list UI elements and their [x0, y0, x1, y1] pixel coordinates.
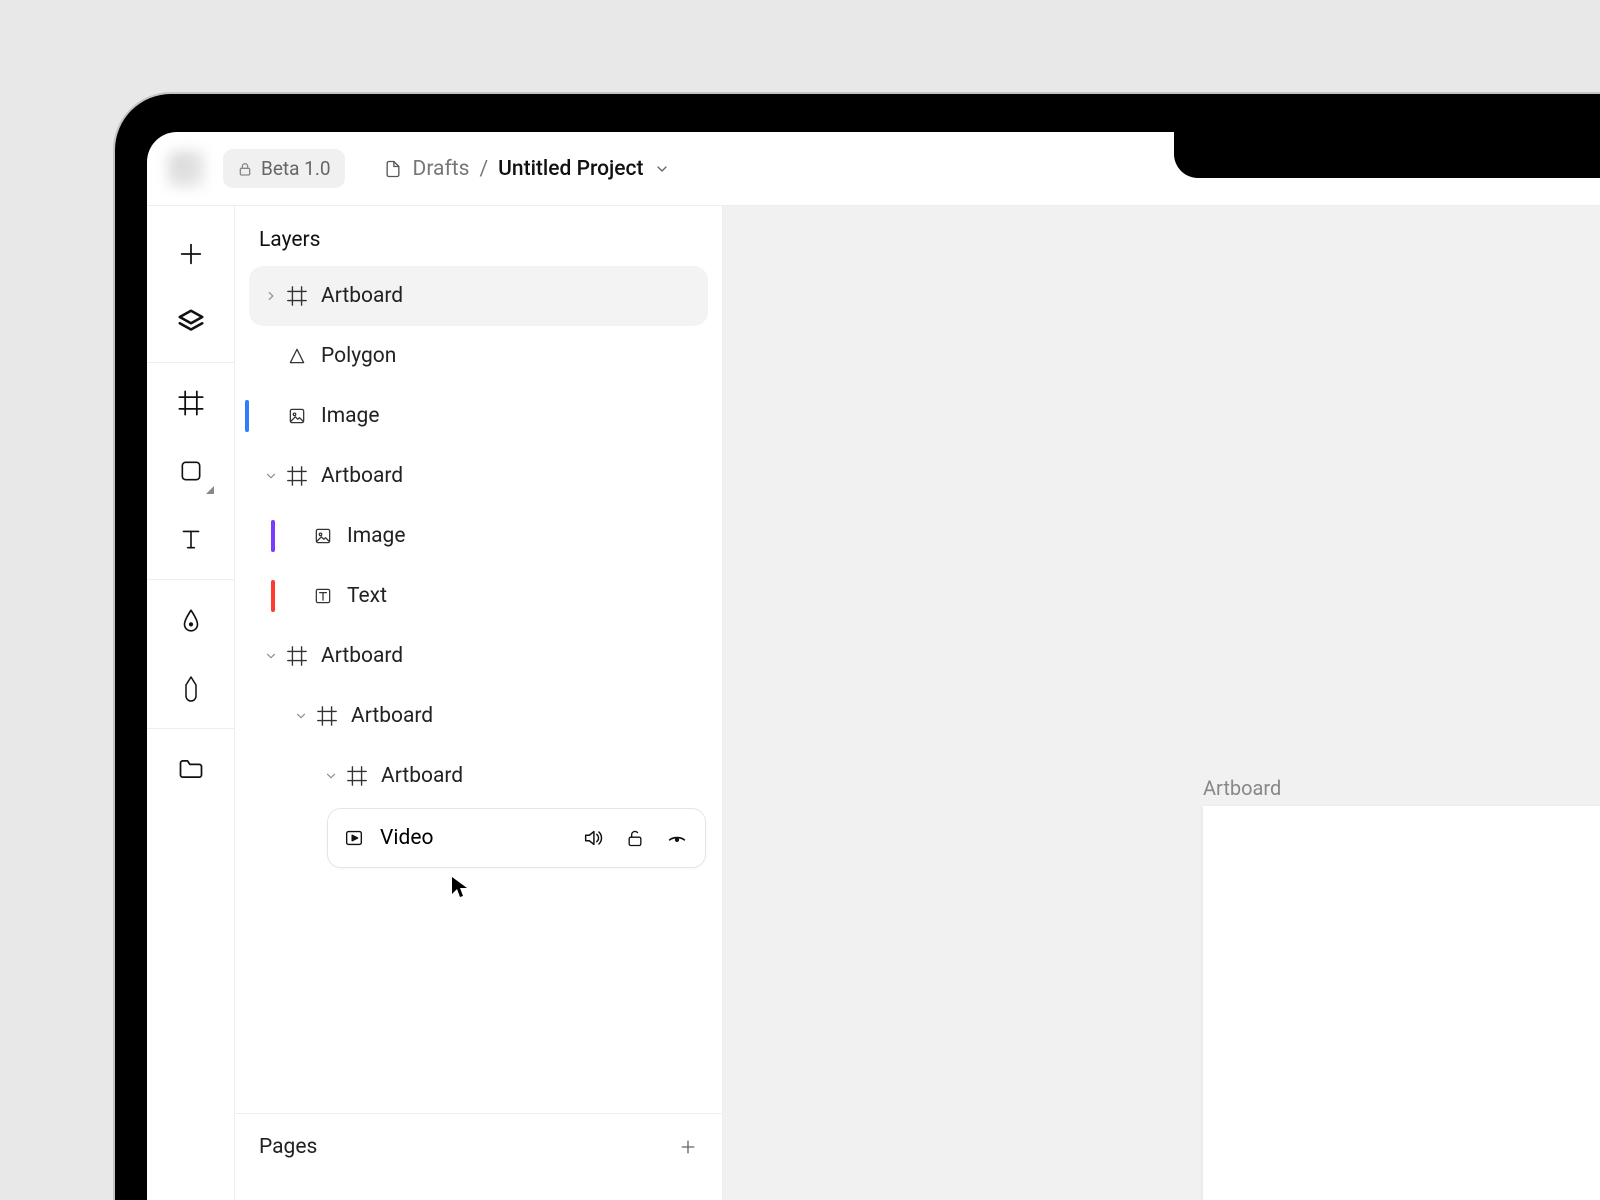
lock-icon: [237, 161, 253, 177]
layer-label: Artboard: [321, 464, 403, 488]
layers-tool[interactable]: [162, 293, 220, 351]
chevron-down-icon[interactable]: [323, 769, 339, 783]
beta-label: Beta 1.0: [261, 157, 331, 180]
layer-label: Artboard: [321, 284, 403, 308]
breadcrumb-project[interactable]: Untitled Project: [498, 157, 643, 181]
page-row[interactable]: Page 1: [259, 1180, 698, 1200]
layer-label: Artboard: [351, 704, 433, 728]
pages-section: Pages Page 1: [235, 1113, 722, 1200]
canvas-artboard[interactable]: [1203, 806, 1600, 1200]
breadcrumb-folder[interactable]: Drafts: [413, 157, 470, 181]
accent-bar: [245, 400, 249, 432]
chevron-right-icon[interactable]: [263, 289, 279, 303]
artboard-icon: [345, 764, 369, 788]
layers-panel-title: Layers: [235, 206, 722, 266]
layer-label: Image: [321, 404, 379, 428]
canvas-artboard-label[interactable]: Artboard: [1203, 776, 1281, 800]
audio-icon[interactable]: [579, 824, 607, 852]
image-icon: [311, 524, 335, 548]
layer-label: Artboard: [321, 644, 403, 668]
toolbar-divider: [147, 362, 235, 363]
breadcrumb-separator: /: [479, 157, 488, 181]
cursor-icon: [451, 876, 469, 898]
layer-row-video[interactable]: Video: [327, 808, 706, 868]
canvas[interactable]: Artboard: [723, 206, 1600, 1200]
beta-badge: Beta 1.0: [223, 149, 345, 188]
rectangle-tool[interactable]: [162, 442, 220, 500]
image-icon: [285, 404, 309, 428]
chevron-down-icon[interactable]: [654, 161, 670, 177]
folder-tool[interactable]: [162, 740, 220, 798]
add-tool[interactable]: [162, 225, 220, 283]
layer-row-image[interactable]: Image: [249, 506, 708, 566]
layer-label: Text: [347, 584, 387, 608]
text-tool[interactable]: [162, 510, 220, 568]
layer-label: Image: [347, 524, 405, 548]
layer-label: Artboard: [381, 764, 463, 788]
layer-row-image[interactable]: Image: [249, 386, 708, 446]
artboard-icon: [315, 704, 339, 728]
unlock-icon[interactable]: [621, 824, 649, 852]
layer-label: Video: [380, 826, 433, 850]
text-icon: [311, 584, 335, 608]
artboard-icon: [285, 644, 309, 668]
toolbar-divider: [147, 579, 235, 580]
layer-row-artboard[interactable]: Artboard: [249, 626, 708, 686]
file-icon: [383, 159, 403, 179]
accent-bar: [271, 580, 275, 612]
polygon-icon: [285, 344, 309, 368]
toolbar-divider: [147, 728, 235, 729]
layer-row-artboard[interactable]: Artboard: [249, 746, 708, 806]
visibility-icon[interactable]: [663, 824, 691, 852]
chevron-down-icon[interactable]: [263, 469, 279, 483]
app-logo: [167, 150, 205, 188]
video-icon: [342, 826, 366, 850]
left-toolbar: [147, 206, 235, 1200]
chevron-down-icon[interactable]: [293, 709, 309, 723]
layer-row-polygon[interactable]: Polygon: [249, 326, 708, 386]
accent-bar: [271, 520, 275, 552]
layer-row-artboard[interactable]: Artboard: [249, 446, 708, 506]
layer-row-artboard[interactable]: Artboard: [249, 686, 708, 746]
artboard-icon: [285, 284, 309, 308]
layer-list: Artboard Polygon: [235, 266, 722, 1113]
layer-row-text[interactable]: Text: [249, 566, 708, 626]
artboard-icon: [285, 464, 309, 488]
pages-title: Pages: [259, 1135, 317, 1159]
layers-panel: Layers Artboard: [235, 206, 723, 1200]
pen-tool[interactable]: [162, 591, 220, 649]
layer-row-artboard[interactable]: Artboard: [249, 266, 708, 326]
frame-tool[interactable]: [162, 374, 220, 432]
breadcrumb[interactable]: Drafts / Untitled Project: [383, 157, 670, 181]
device-notch: [1174, 132, 1600, 178]
pencil-tool[interactable]: [162, 659, 220, 717]
layer-label: Polygon: [321, 344, 396, 368]
add-page-button[interactable]: [678, 1137, 698, 1157]
chevron-down-icon[interactable]: [263, 649, 279, 663]
